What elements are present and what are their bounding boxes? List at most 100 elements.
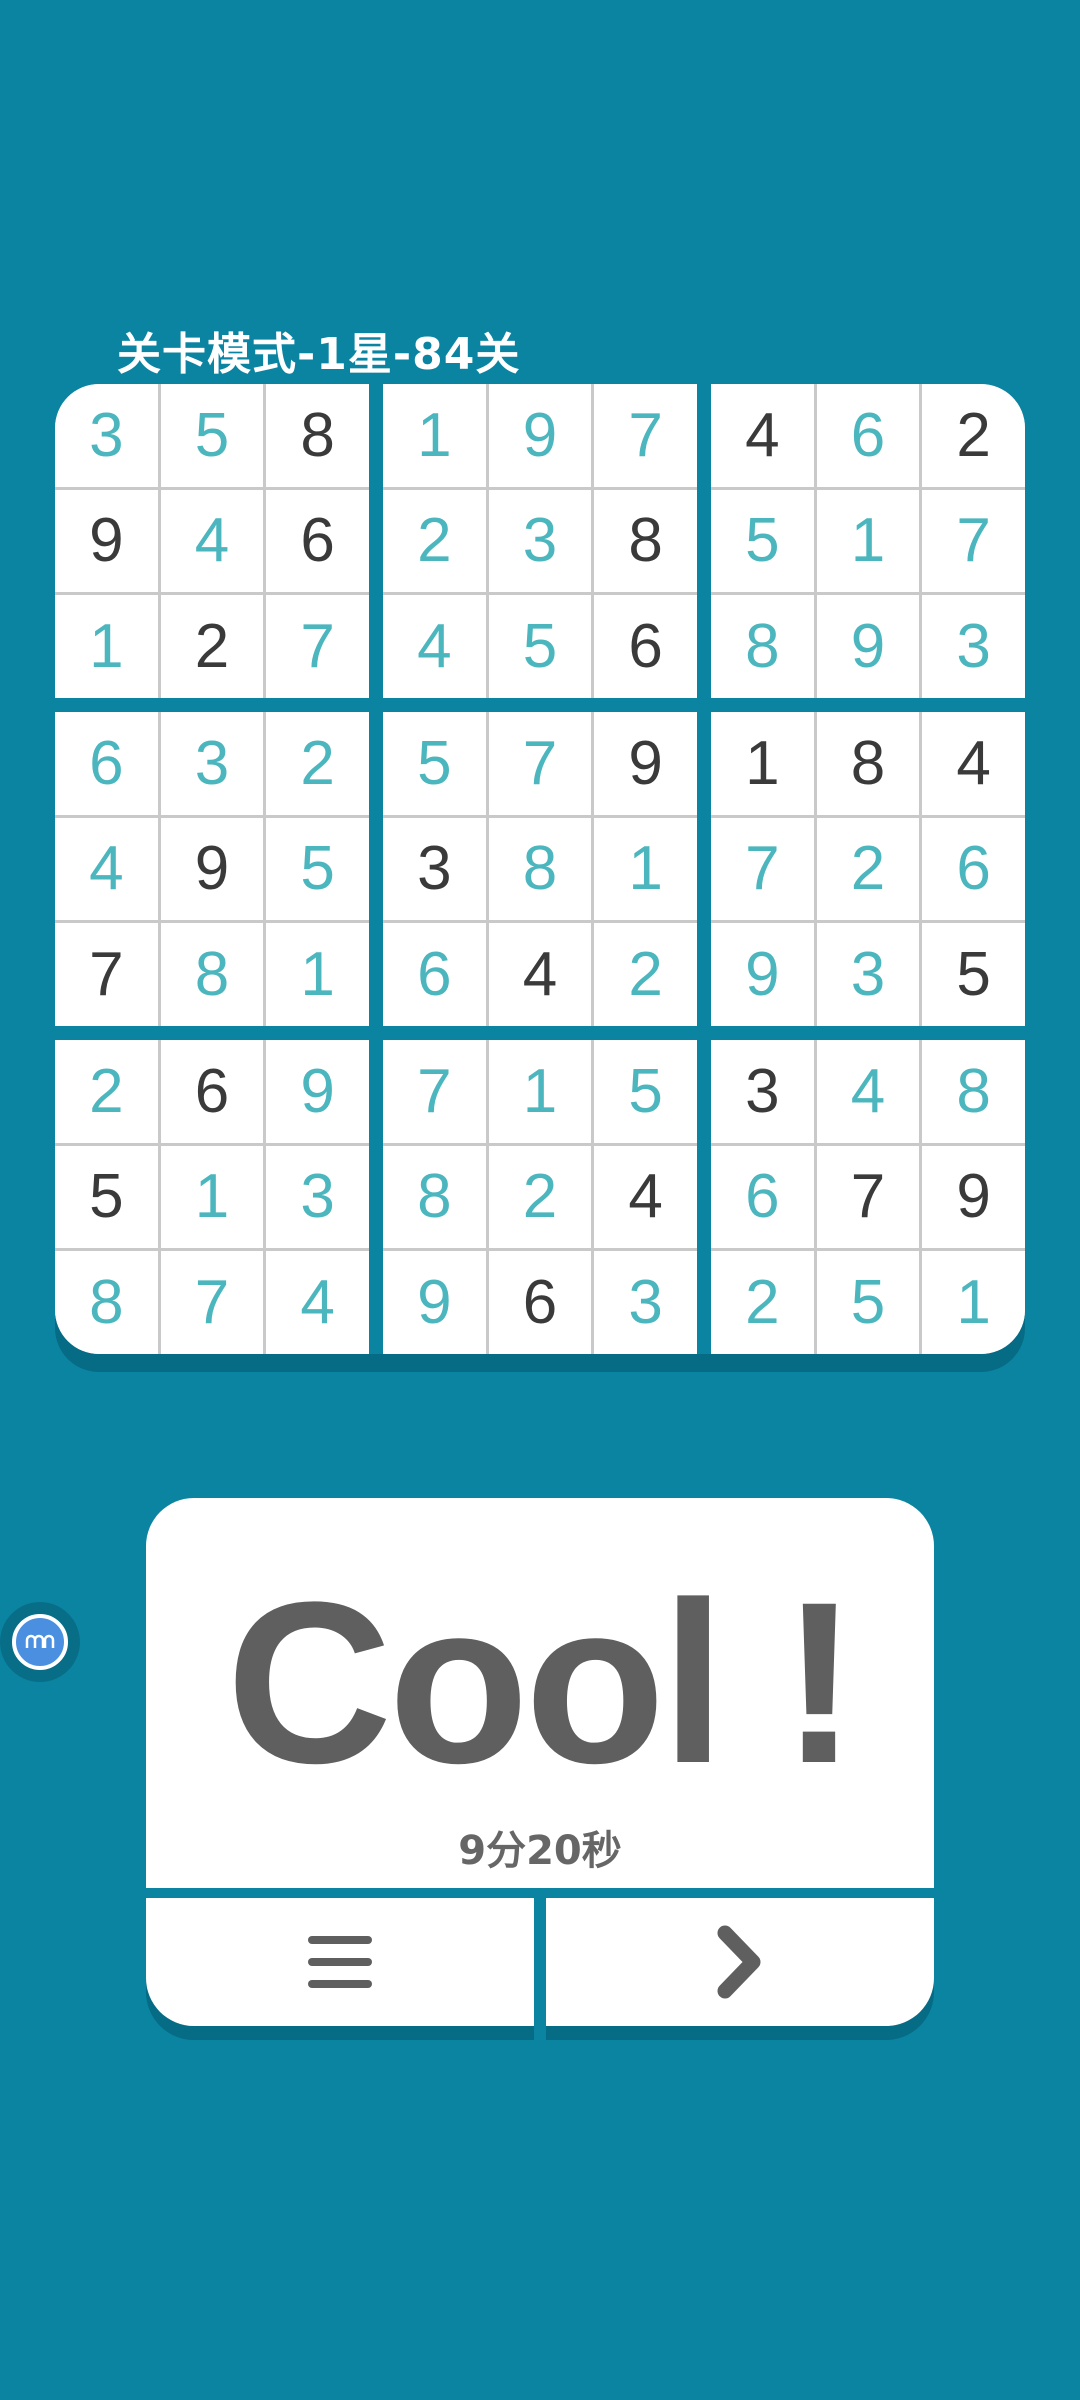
sudoku-cell[interactable]: 6 bbox=[711, 1145, 814, 1249]
sudoku-cell[interactable]: 3 bbox=[55, 384, 158, 487]
sudoku-box: 358 946 127 bbox=[55, 384, 369, 698]
sudoku-cell[interactable]: 2 bbox=[488, 1145, 592, 1249]
sudoku-cell[interactable]: 5 bbox=[160, 384, 264, 487]
sudoku-cell[interactable]: 7 bbox=[383, 1040, 486, 1143]
sudoku-cell[interactable]: 8 bbox=[266, 384, 369, 487]
sudoku-cell[interactable]: 4 bbox=[160, 489, 264, 593]
sudoku-cell[interactable]: 4 bbox=[711, 384, 814, 487]
sudoku-box: 579 381 642 bbox=[383, 712, 697, 1026]
sudoku-cell[interactable]: 4 bbox=[488, 923, 592, 1026]
sudoku-cell[interactable]: 9 bbox=[55, 489, 158, 593]
result-message: Cool ! bbox=[226, 1554, 857, 1811]
sudoku-cell[interactable]: 5 bbox=[922, 923, 1025, 1026]
sudoku-cell[interactable]: 6 bbox=[816, 384, 920, 487]
sudoku-cell[interactable]: 6 bbox=[922, 817, 1025, 921]
sudoku-cell[interactable]: 7 bbox=[266, 595, 369, 698]
sudoku-cell[interactable]: 5 bbox=[711, 489, 814, 593]
sudoku-cell[interactable]: 6 bbox=[383, 923, 486, 1026]
sudoku-cell[interactable]: 4 bbox=[383, 595, 486, 698]
sudoku-cell[interactable]: 1 bbox=[488, 1040, 592, 1143]
sudoku-cell[interactable]: 2 bbox=[383, 489, 486, 593]
sudoku-cell[interactable]: 7 bbox=[594, 384, 697, 487]
sudoku-cell[interactable]: 5 bbox=[594, 1040, 697, 1143]
sudoku-cell[interactable]: 2 bbox=[922, 384, 1025, 487]
sudoku-box: 197 238 456 bbox=[383, 384, 697, 698]
sudoku-cell[interactable]: 8 bbox=[816, 712, 920, 815]
sudoku-cell[interactable]: 9 bbox=[594, 712, 697, 815]
sudoku-cell[interactable]: 6 bbox=[266, 489, 369, 593]
sudoku-cell[interactable]: 8 bbox=[594, 489, 697, 593]
sudoku-cell[interactable]: 1 bbox=[55, 595, 158, 698]
sudoku-cell[interactable]: 4 bbox=[594, 1145, 697, 1249]
sudoku-cell[interactable]: 6 bbox=[594, 595, 697, 698]
sudoku-cell[interactable]: 1 bbox=[160, 1145, 264, 1249]
sudoku-cell[interactable]: 7 bbox=[711, 817, 814, 921]
sudoku-cell[interactable]: 1 bbox=[711, 712, 814, 815]
sudoku-cell[interactable]: 3 bbox=[922, 595, 1025, 698]
sudoku-cell[interactable]: 4 bbox=[922, 712, 1025, 815]
next-level-button[interactable] bbox=[546, 1898, 934, 2026]
sudoku-cell[interactable]: 8 bbox=[711, 595, 814, 698]
sudoku-box: 348 679 251 bbox=[711, 1040, 1025, 1354]
sudoku-cell[interactable]: 9 bbox=[160, 817, 264, 921]
menu-button[interactable] bbox=[146, 1898, 534, 2026]
sudoku-cell[interactable]: 8 bbox=[488, 817, 592, 921]
sudoku-cell[interactable]: 9 bbox=[266, 1040, 369, 1143]
chevron-right-icon bbox=[717, 1925, 761, 1999]
sudoku-cell[interactable]: 8 bbox=[922, 1040, 1025, 1143]
sudoku-cell[interactable]: 3 bbox=[816, 923, 920, 1026]
sudoku-cell[interactable]: 7 bbox=[55, 923, 158, 1026]
sudoku-cell[interactable]: 5 bbox=[816, 1251, 920, 1354]
sudoku-cell[interactable]: 2 bbox=[55, 1040, 158, 1143]
sudoku-cell[interactable]: 8 bbox=[383, 1145, 486, 1249]
sudoku-cell[interactable]: 4 bbox=[55, 817, 158, 921]
sudoku-cell[interactable]: 4 bbox=[816, 1040, 920, 1143]
sudoku-cell[interactable]: 7 bbox=[160, 1251, 264, 1354]
sudoku-cell[interactable]: 9 bbox=[922, 1145, 1025, 1249]
sudoku-cell[interactable]: 1 bbox=[922, 1251, 1025, 1354]
sudoku-cell[interactable]: 6 bbox=[55, 712, 158, 815]
sudoku-cell[interactable]: 3 bbox=[383, 817, 486, 921]
menu-icon bbox=[308, 1936, 372, 1988]
sudoku-cell[interactable]: 8 bbox=[160, 923, 264, 1026]
sudoku-cell[interactable]: 5 bbox=[383, 712, 486, 815]
assistant-icon bbox=[12, 1614, 68, 1670]
sudoku-cell[interactable]: 7 bbox=[488, 712, 592, 815]
sudoku-cell[interactable]: 9 bbox=[711, 923, 814, 1026]
completion-time: 9分20秒 bbox=[458, 1828, 622, 1874]
sudoku-cell[interactable]: 9 bbox=[383, 1251, 486, 1354]
sudoku-cell[interactable]: 7 bbox=[816, 1145, 920, 1249]
sudoku-cell[interactable]: 2 bbox=[711, 1251, 814, 1354]
sudoku-cell[interactable]: 2 bbox=[160, 595, 264, 698]
sudoku-cell[interactable]: 2 bbox=[816, 817, 920, 921]
result-card: Cool ! 9分20秒 bbox=[146, 1498, 934, 1888]
sudoku-cell[interactable]: 1 bbox=[266, 923, 369, 1026]
sudoku-cell[interactable]: 5 bbox=[488, 595, 592, 698]
sudoku-board: 3589461271972384564625178936324957815793… bbox=[55, 384, 1025, 1354]
sudoku-cell[interactable]: 3 bbox=[160, 712, 264, 815]
sudoku-cell[interactable]: 9 bbox=[488, 384, 592, 487]
sudoku-cell[interactable]: 1 bbox=[816, 489, 920, 593]
sudoku-cell[interactable]: 3 bbox=[711, 1040, 814, 1143]
sudoku-cell[interactable]: 4 bbox=[266, 1251, 369, 1354]
sudoku-box: 184 726 935 bbox=[711, 712, 1025, 1026]
sudoku-cell[interactable]: 3 bbox=[488, 489, 592, 593]
sudoku-box: 269 513 874 bbox=[55, 1040, 369, 1354]
sudoku-cell[interactable]: 1 bbox=[383, 384, 486, 487]
sudoku-cell[interactable]: 8 bbox=[55, 1251, 158, 1354]
sudoku-cell[interactable]: 3 bbox=[266, 1145, 369, 1249]
sudoku-cell[interactable]: 2 bbox=[266, 712, 369, 815]
sudoku-box: 632 495 781 bbox=[55, 712, 369, 1026]
sudoku-cell[interactable]: 2 bbox=[594, 923, 697, 1026]
sudoku-cell[interactable]: 5 bbox=[266, 817, 369, 921]
sudoku-cell[interactable]: 9 bbox=[816, 595, 920, 698]
sudoku-cell[interactable]: 7 bbox=[922, 489, 1025, 593]
sudoku-cell[interactable]: 6 bbox=[488, 1251, 592, 1354]
sudoku-cell[interactable]: 3 bbox=[594, 1251, 697, 1354]
sudoku-cell[interactable]: 1 bbox=[594, 817, 697, 921]
sudoku-cell[interactable]: 5 bbox=[55, 1145, 158, 1249]
sudoku-box: 715 824 963 bbox=[383, 1040, 697, 1354]
sudoku-cell[interactable]: 6 bbox=[160, 1040, 264, 1143]
sudoku-box: 462 517 893 bbox=[711, 384, 1025, 698]
floating-assistant-button[interactable] bbox=[0, 1602, 80, 1682]
